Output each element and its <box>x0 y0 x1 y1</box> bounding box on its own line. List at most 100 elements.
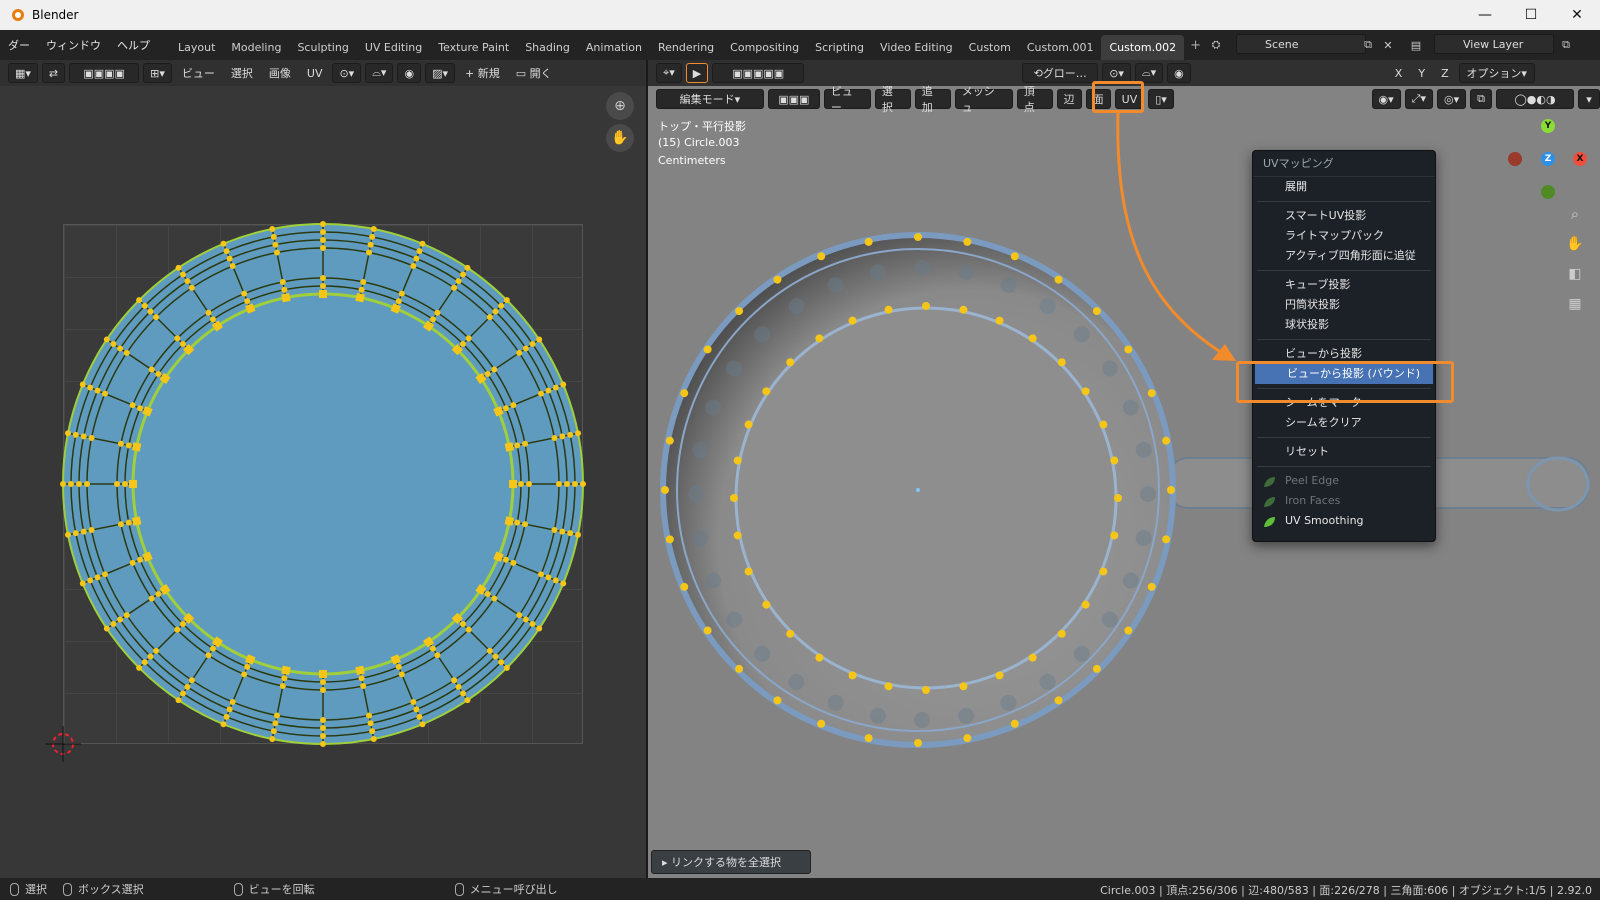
uv-vertex[interactable] <box>320 733 326 739</box>
uv-vertex[interactable] <box>355 665 365 676</box>
uv-vertex[interactable] <box>88 527 95 534</box>
image-browse-button[interactable]: ▨▾ <box>425 63 455 83</box>
mesh-vertex[interactable] <box>1054 696 1063 705</box>
select-box-mode-buttons[interactable]: ▣▣▣▣▣ <box>712 63 805 83</box>
uv-vertex[interactable] <box>320 237 326 243</box>
pivot-button[interactable]: ⊙▾ <box>332 63 362 83</box>
uv-vertex[interactable] <box>117 616 124 623</box>
select-tool-icon[interactable]: ▶ <box>685 63 709 83</box>
uv-vertex[interactable] <box>188 677 195 684</box>
uv-mesh-svg[interactable] <box>0 86 646 878</box>
uv-vertex[interactable] <box>94 574 101 581</box>
uv-vertex[interactable] <box>179 340 186 347</box>
mesh-vertex[interactable] <box>815 334 824 343</box>
uv-menu-item[interactable]: シームをクリア <box>1253 413 1435 433</box>
uv-vertex[interactable] <box>319 670 327 678</box>
uv-vertex[interactable] <box>64 531 71 538</box>
uv-select-menu[interactable]: 選択 <box>225 65 259 81</box>
mesh-vertex[interactable] <box>864 237 873 246</box>
uv-vertex[interactable] <box>123 349 130 356</box>
uv-vertex[interactable] <box>281 665 291 676</box>
mirror-axis-x[interactable]: X <box>1389 67 1409 80</box>
uv-vertex[interactable] <box>410 699 417 706</box>
uv-vertex[interactable] <box>79 580 86 587</box>
overlay-dropdown[interactable]: ▯▾ <box>1148 89 1174 109</box>
uv-vertex[interactable] <box>137 405 144 412</box>
mesh-vertex[interactable] <box>1092 664 1101 673</box>
select-mode-vertex-edge-face[interactable]: ▣▣▣ <box>767 89 820 109</box>
uv-vertex[interactable] <box>76 481 82 487</box>
uv-vertex[interactable] <box>430 316 437 323</box>
uv-vertex[interactable] <box>529 621 536 628</box>
uv-vertex[interactable] <box>413 255 420 262</box>
add-workspace-button[interactable]: + <box>1184 32 1207 59</box>
options-button[interactable]: オプション ▾ <box>1458 63 1535 83</box>
mesh-vertex[interactable] <box>1114 494 1122 502</box>
uv-vertex[interactable] <box>367 720 374 727</box>
proportional-3d-button[interactable]: ◉ <box>1167 63 1191 83</box>
mesh-vertex[interactable] <box>733 531 742 540</box>
uv-vertex[interactable] <box>538 390 545 397</box>
uv-vertex[interactable] <box>516 612 523 619</box>
uv-vertex[interactable] <box>147 308 154 315</box>
uv-vertex[interactable] <box>465 626 472 633</box>
mesh-vertex[interactable] <box>665 535 674 544</box>
uv-vertex[interactable] <box>434 652 441 659</box>
uv-vertex[interactable] <box>551 434 558 441</box>
uv-vertex[interactable] <box>484 370 491 377</box>
uv-vertex[interactable] <box>117 440 124 447</box>
uv-vertex[interactable] <box>370 736 377 743</box>
mesh-vertex[interactable] <box>817 719 826 728</box>
mesh-vertex[interactable] <box>922 302 930 310</box>
workspace-tab[interactable]: Compositing <box>722 35 807 60</box>
uv-vertex[interactable] <box>241 290 248 297</box>
axis-x-icon[interactable]: X <box>1573 152 1587 166</box>
uv-vertex[interactable] <box>484 591 491 598</box>
uv-vertex[interactable] <box>504 442 515 452</box>
mesh-vertex[interactable] <box>735 307 744 316</box>
proportional-button[interactable]: ◉ <box>397 63 422 83</box>
scene-icon[interactable]: ⛭ <box>1206 35 1226 55</box>
view-menu-3d[interactable]: ビュー <box>823 85 871 114</box>
uv-vertex[interactable] <box>503 664 510 671</box>
duplicate-layer-icon[interactable]: ⧉ <box>1556 35 1576 55</box>
mesh-vertex[interactable] <box>1057 629 1066 638</box>
uv-vertex[interactable] <box>502 556 509 563</box>
uv-vertex[interactable] <box>129 480 137 488</box>
mesh-vertex[interactable] <box>1147 389 1156 398</box>
uv-vertex[interactable] <box>434 309 441 316</box>
uv-vertex[interactable] <box>522 521 529 528</box>
uv-vertex[interactable] <box>110 621 117 628</box>
uv-vertex[interactable] <box>129 559 136 566</box>
mesh-vertex[interactable] <box>703 626 712 635</box>
uv-vertex[interactable] <box>117 345 124 352</box>
uv-vertex[interactable] <box>270 728 277 735</box>
mesh-vertex[interactable] <box>995 671 1004 680</box>
uv-vertex[interactable] <box>87 577 94 584</box>
uv-vertex[interactable] <box>416 713 423 720</box>
3d-viewport[interactable] <box>648 60 1600 878</box>
uv-vertex[interactable] <box>320 245 326 251</box>
snap-button[interactable]: ⌓▾ <box>365 63 394 83</box>
uv-vertex[interactable] <box>464 697 471 704</box>
uv-vertex[interactable] <box>320 275 326 281</box>
uv-vertex[interactable] <box>184 683 191 690</box>
uv-vertex[interactable] <box>398 671 405 678</box>
uv-vertex[interactable] <box>503 297 510 304</box>
uv-vertex[interactable] <box>320 725 326 731</box>
uv-vertex[interactable] <box>175 697 182 704</box>
menu-render[interactable]: ダー <box>0 37 38 53</box>
uv-vertex[interactable] <box>486 314 493 321</box>
uv-vertex[interactable] <box>137 556 144 563</box>
scene-selector[interactable]: Scene <box>1236 34 1366 54</box>
shading-dropdown[interactable]: ▾ <box>1578 89 1600 109</box>
uv-vertex[interactable] <box>491 366 498 373</box>
uv-vertex[interactable] <box>395 663 402 670</box>
uv-vertex[interactable] <box>358 286 365 293</box>
workspace-tab[interactable]: Modeling <box>223 35 289 60</box>
axis-neg-y-icon[interactable] <box>1541 185 1555 199</box>
vertex-menu-3d[interactable]: 頂点 <box>1016 85 1053 114</box>
uv-vertex[interactable] <box>413 706 420 713</box>
uv-vertex[interactable] <box>556 481 562 487</box>
mesh-vertex[interactable] <box>661 486 669 494</box>
